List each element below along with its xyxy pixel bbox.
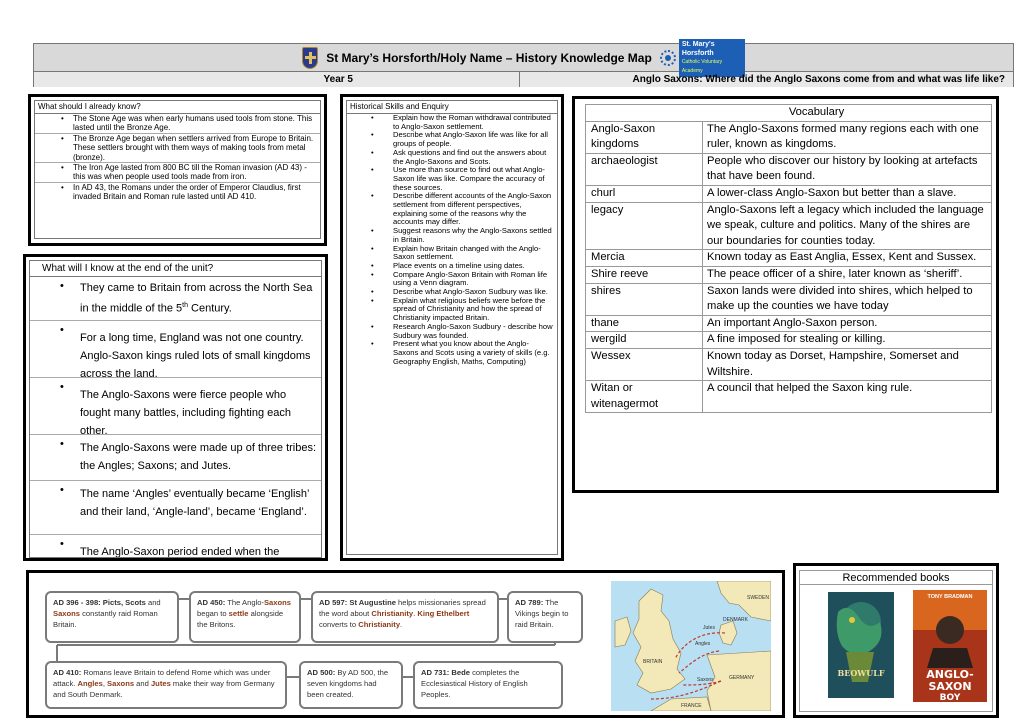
page-header: St Mary’s Horsforth/Holy Name – History … (33, 38, 1014, 87)
end-unit-list: They came to Britain from across the Nor… (30, 277, 321, 557)
list-item: The Anglo-Saxons were fierce people who … (30, 378, 321, 437)
skills-list: Explain how the Roman withdrawal contrib… (347, 113, 557, 366)
beowulf-book-cover: BEOWULF (828, 592, 894, 698)
table-row: wergild A fine imposed for stealing or ki… (585, 331, 992, 349)
author-name: TONY BRADMAN (927, 594, 972, 600)
table-row: Mercia Known today as East Anglia, Essex,… (585, 249, 992, 267)
map-label: Jutes (703, 625, 715, 631)
list-item: Present what you know about the Anglo-Sa… (347, 339, 557, 366)
table-row: Shire reeve The peace officer of a shire,… (585, 265, 992, 284)
prior-knowledge-box: What should I already know? The Stone Ag… (28, 94, 327, 246)
list-item: Describe different accounts of the Anglo… (347, 192, 557, 227)
list-item: The Bronze Age began when settlers arriv… (35, 134, 320, 164)
list-item: They came to Britain from across the Nor… (30, 277, 321, 321)
timeline-event-597: AD 597: St Augustine helps missionaries … (311, 591, 499, 643)
migration-map: SWEDEN DENMARK Jutes Angles BRITAIN Saxo… (611, 581, 771, 711)
timeline-event-396: AD 396 - 398: Picts, Scots and Saxons co… (45, 591, 179, 643)
list-item: For a long time, England was not one cou… (30, 321, 321, 380)
books-box: Recommended books BEOWULF TONY BRADMAN A… (793, 563, 999, 718)
timeline-event-450: AD 450: The Anglo-Saxons began to settle… (189, 591, 301, 643)
map-label: GERMANY (729, 675, 755, 681)
list-item: The Stone Age was when early humans used… (35, 114, 320, 134)
map-label: Saxons (697, 677, 714, 683)
list-item: Explain how Britain changed with the Ang… (347, 244, 557, 262)
table-row: churl A lower-class Anglo-Saxon but bette… (585, 184, 992, 203)
timeline-box: AD 396 - 398: Picts, Scots and Saxons co… (26, 570, 785, 718)
vocabulary-box: Vocabulary Anglo-Saxon kingdoms The Anglo… (572, 96, 999, 493)
table-row: thane An important Anglo-Saxon person. (585, 314, 992, 333)
timeline-event-500: AD 500: By AD 500, the seven kingdoms ha… (299, 661, 403, 709)
header-title-row: St Mary’s Horsforth/Holy Name – History … (34, 38, 1013, 77)
prior-knowledge-heading: What should I already know? (35, 101, 320, 114)
table-row: legacy Anglo-Saxons left a legacy which i… (585, 201, 992, 251)
list-item: The name ‘Angles’ eventually became ‘Eng… (30, 481, 321, 535)
book-title-line-3: BOY (940, 693, 961, 702)
page-title: St Mary’s Horsforth/Holy Name – History … (326, 50, 652, 65)
list-item: Compare Anglo-Saxon Britain with Roman l… (347, 270, 557, 288)
timeline-event-789: AD 789: The Vikings begin to raid Britai… (507, 591, 583, 643)
table-row: shires Saxon lands were divided into shir… (585, 282, 992, 316)
topic-title: Anglo Saxons: Where did the Anglo Saxons… (632, 74, 1005, 85)
list-item: The Iron Age lasted from 800 BC till the… (35, 163, 320, 183)
skills-box: Historical Skills and Enquiry Explain ho… (340, 94, 564, 561)
list-item: Ask questions and find out the answers a… (347, 148, 557, 166)
table-row: Witan or witenagermot A council that help… (585, 380, 992, 414)
timeline: AD 396 - 398: Picts, Scots and Saxons co… (39, 577, 611, 713)
map-label: Angles (695, 641, 711, 647)
header-info-row: Year 5 Anglo Saxons: Where did the Anglo… (34, 72, 1013, 87)
end-unit-box: What will I know at the end of the unit?… (23, 254, 328, 561)
school-logo: St. Mary's Horsforth Catholic Voluntary A… (659, 38, 745, 77)
map-label: FRANCE (681, 703, 702, 709)
vocabulary-table: Vocabulary Anglo-Saxon kingdoms The Anglo… (585, 104, 992, 414)
list-item: Use more than source to find out what An… (347, 165, 557, 192)
logo-ring-icon (659, 49, 676, 66)
timeline-event-410: AD 410: Romans leave Britain to defend R… (45, 661, 287, 709)
book-title-line-2: SAXON (928, 680, 971, 693)
map-label: BRITAIN (643, 659, 663, 665)
list-item: Explain what religious beliefs were befo… (347, 296, 557, 323)
vocabulary-heading: Vocabulary (585, 104, 992, 122)
prior-knowledge-list: The Stone Age was when early humans used… (35, 114, 320, 202)
beowulf-title: BEOWULF (837, 668, 884, 678)
logo-name: St. Mary's Horsforth (681, 40, 715, 57)
list-item: The Anglo-Saxons were made up of three t… (30, 435, 321, 481)
list-item: Research Anglo-Saxon Sudbury - describe … (347, 322, 557, 340)
end-unit-heading: What will I know at the end of the unit? (30, 261, 321, 277)
table-row: Anglo-Saxon kingdoms The Anglo-Saxons for… (585, 120, 992, 154)
list-item: In AD 43, the Romans under the order of … (35, 183, 320, 202)
map-label: SWEDEN (747, 595, 769, 601)
table-row: Wessex Known today as Dorset, Hampshire, … (585, 347, 992, 382)
list-item: Suggest reasons why the Anglo-Saxons set… (347, 226, 557, 244)
year-group: Year 5 (34, 72, 520, 87)
list-item: The Anglo-Saxon period ended when the No… (30, 535, 321, 557)
table-row: archaeologist People who discover our his… (585, 152, 992, 186)
school-crest-icon (302, 46, 319, 69)
books-heading: Recommended books (799, 570, 993, 584)
map-label: DENMARK (723, 617, 749, 623)
list-item: Describe what Anglo-Saxon life was like … (347, 130, 557, 148)
list-item: Explain how the Roman withdrawal contrib… (347, 113, 557, 131)
timeline-event-731: AD 731: Bede completes the Ecclesiastica… (413, 661, 563, 709)
anglo-saxon-boy-book-cover: TONY BRADMAN ANGLO- SAXON BOY (913, 590, 987, 702)
